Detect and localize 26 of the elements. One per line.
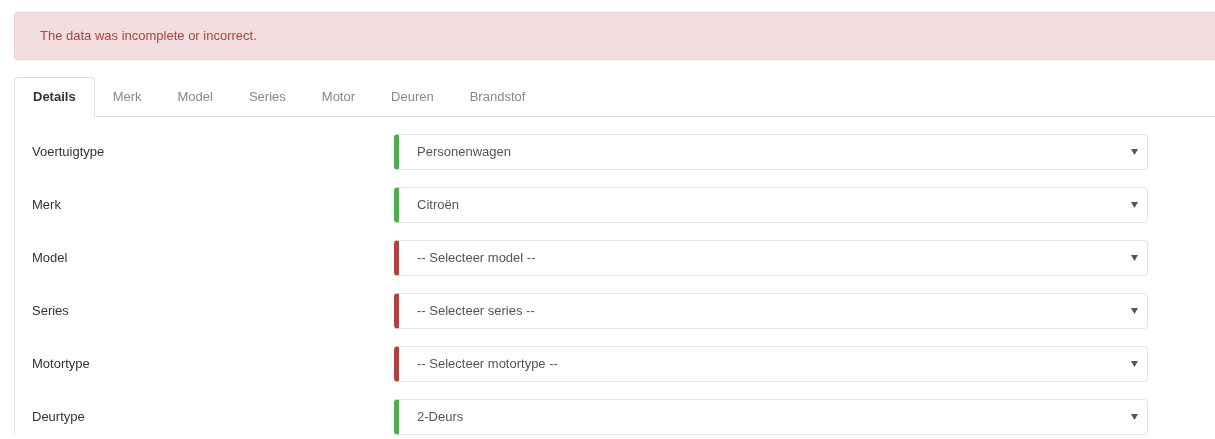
select-field[interactable]: Personenwagen bbox=[394, 134, 1148, 170]
caret-icon bbox=[1131, 308, 1138, 314]
tab[interactable]: Series bbox=[230, 77, 304, 117]
caret-icon bbox=[1131, 414, 1138, 420]
field-label: Motortype bbox=[32, 355, 91, 374]
select-field[interactable]: Citroën bbox=[394, 187, 1148, 223]
select-field[interactable]: -- Selecteer model -- bbox=[394, 240, 1148, 276]
tab[interactable]: Model bbox=[159, 77, 231, 117]
field-label: Model bbox=[32, 249, 69, 268]
tab[interactable]: Brandstof bbox=[451, 77, 544, 117]
caret-icon bbox=[1131, 202, 1138, 208]
alert-message: The data was incomplete or incorrect. bbox=[40, 27, 257, 46]
tab[interactable]: Deuren bbox=[373, 77, 452, 117]
caret-icon bbox=[1131, 149, 1138, 155]
field-label: Merk bbox=[32, 196, 62, 215]
tab[interactable]: Motor bbox=[303, 77, 374, 117]
field-label: Series bbox=[32, 302, 70, 321]
field-label: Voertuigtype bbox=[32, 143, 106, 162]
select-field[interactable]: -- Selecteer series -- bbox=[394, 293, 1148, 329]
select-field[interactable]: -- Selecteer motortype -- bbox=[394, 346, 1148, 382]
select-field[interactable]: 2-Deurs bbox=[394, 399, 1148, 435]
field-label: Deurtype bbox=[32, 408, 86, 427]
tab[interactable]: Merk bbox=[94, 77, 160, 117]
caret-icon bbox=[1131, 255, 1138, 261]
caret-icon bbox=[1131, 361, 1138, 367]
tab[interactable]: Details bbox=[14, 77, 95, 117]
